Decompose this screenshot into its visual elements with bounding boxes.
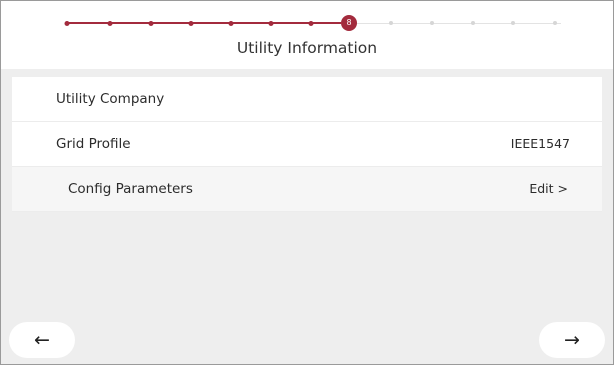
utility-company-label: Utility Company <box>56 91 165 107</box>
back-button[interactable]: ← <box>9 322 75 358</box>
config-parameters-label: Config Parameters <box>68 181 193 197</box>
step-dot-7 <box>308 21 314 26</box>
grid-profile-label: Grid Profile <box>56 136 131 152</box>
grid-profile-value: IEEE1547 <box>510 136 570 151</box>
step-dot-10 <box>430 21 434 25</box>
arrow-right-icon: → <box>564 329 580 351</box>
next-button[interactable]: → <box>539 322 605 358</box>
config-parameters-row[interactable]: Config Parameters Edit > <box>12 167 602 212</box>
screen: 8 Utility Information Utility Company Gr… <box>0 0 614 365</box>
header: 8 Utility Information <box>1 1 613 69</box>
grid-profile-row[interactable]: Grid Profile IEEE1547 <box>12 122 602 167</box>
progress-track-completed <box>65 22 341 24</box>
step-dot-4 <box>188 21 194 26</box>
step-dot-1 <box>64 21 70 26</box>
step-dot-11 <box>471 21 475 25</box>
settings-list: Utility Company Grid Profile IEEE1547 Co… <box>12 77 602 212</box>
page-title: Utility Information <box>236 39 378 57</box>
step-dot-3 <box>148 21 154 26</box>
arrow-left-icon: ← <box>34 329 50 351</box>
edit-link[interactable]: Edit > <box>529 181 568 196</box>
step-dot-6 <box>268 21 274 26</box>
step-dot-5 <box>228 21 234 26</box>
step-dot-9 <box>389 21 393 25</box>
step-dot-13 <box>553 21 557 25</box>
step-dot-12 <box>511 21 515 25</box>
current-step-indicator: 8 <box>341 15 357 31</box>
step-dot-2 <box>107 21 113 26</box>
utility-company-row[interactable]: Utility Company <box>12 77 602 122</box>
step-progress-bar: 8 <box>64 15 561 31</box>
